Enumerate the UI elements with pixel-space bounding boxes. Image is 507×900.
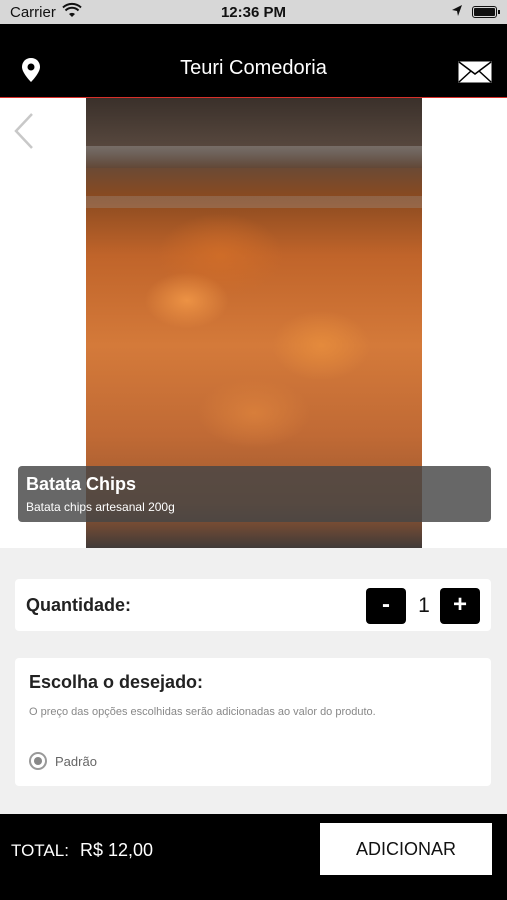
total-value: R$ 12,00 xyxy=(80,840,154,860)
quantity-label: Quantidade: xyxy=(26,595,132,615)
options-card: Escolha o desejado: O preço das opções e… xyxy=(15,658,491,786)
add-to-cart-button[interactable]: ADICIONAR xyxy=(320,823,492,875)
page-title: Teuri Comedoria xyxy=(180,57,327,79)
status-bar: Carrier 12:36 PM xyxy=(0,0,507,24)
mail-icon[interactable] xyxy=(458,61,492,83)
product-photo-area: Batata Chips Batata chips artesanal 200g xyxy=(0,98,507,548)
location-arrow-icon xyxy=(452,5,462,16)
footer-bar: TOTAL: R$ 12,00 ADICIONAR xyxy=(0,814,507,900)
product-description: Batata chips artesanal 200g xyxy=(26,500,175,514)
status-time: 12:36 PM xyxy=(220,4,287,21)
increase-quantity-button[interactable]: + xyxy=(440,588,480,624)
options-hint: O preço das opções escolhidas serão adic… xyxy=(29,706,376,718)
quantity-card: Quantidade: - 1 + xyxy=(15,579,491,631)
decrease-quantity-button[interactable]: - xyxy=(366,588,406,624)
battery-icon xyxy=(472,6,500,18)
product-name: Batata Chips xyxy=(26,474,137,494)
option-label-padrao[interactable]: Padrão xyxy=(55,754,97,769)
product-caption: Batata Chips Batata chips artesanal 200g xyxy=(18,466,491,522)
back-chevron-icon[interactable] xyxy=(12,112,36,150)
option-radio-padrao[interactable] xyxy=(29,752,47,770)
options-title: Escolha o desejado: xyxy=(29,672,204,692)
top-nav-bar: Teuri Comedoria xyxy=(0,24,507,98)
quantity-value: 1 xyxy=(418,594,430,617)
total-label: TOTAL: xyxy=(11,841,69,860)
